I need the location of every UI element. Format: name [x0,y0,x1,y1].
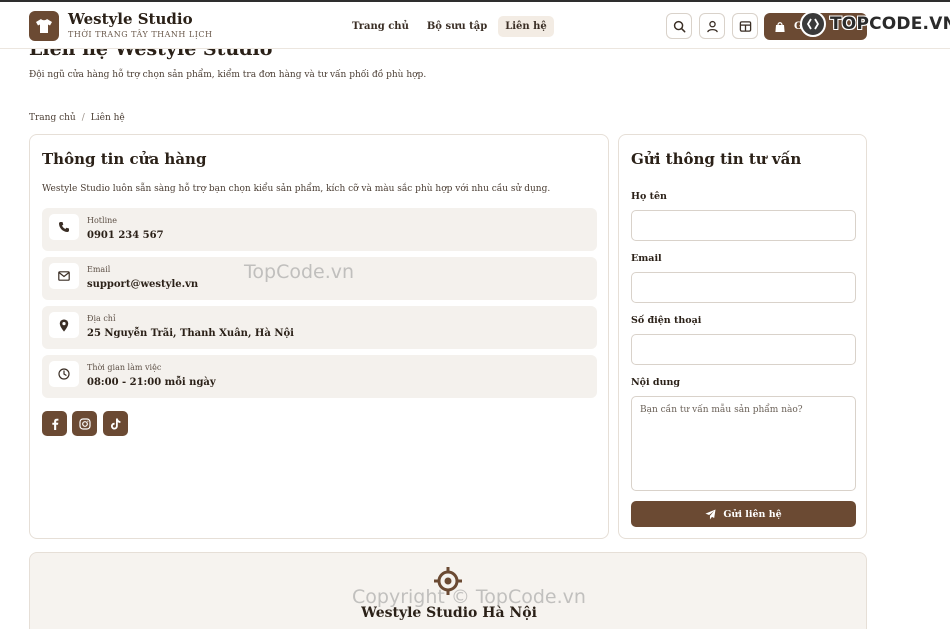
instagram-icon [78,417,91,430]
main-nav: Trang chủ Bộ sưu tập Liên hệ [345,14,554,38]
contact-item-email: Email support@westyle.vn [42,257,597,300]
clock-icon [49,361,79,387]
phone-field[interactable] [631,334,856,365]
contact-item-address: Địa chỉ 25 Nguyễn Trãi, Thanh Xuân, Hà N… [42,306,597,349]
store-info-description: Westyle Studio luôn sẵn sàng hỗ trợ bạn … [42,184,551,194]
contact-value[interactable]: 0901 234 567 [87,230,164,241]
tiktok-icon [111,418,121,429]
send-contact-button[interactable]: Gửi liên hệ [631,501,856,527]
send-button-label: Gửi liên hệ [723,508,782,520]
contact-value: 25 Nguyễn Trãi, Thanh Xuân, Hà Nội [87,328,294,339]
message-field[interactable] [631,396,856,491]
contact-item-hotline: Hotline 0901 234 567 [42,208,597,251]
topcode-badge-icon [800,11,826,37]
form-title: Gửi thông tin tư vấn [631,150,802,168]
paper-plane-icon [705,508,716,520]
nav-item-contact[interactable]: Liên hệ [498,15,554,37]
map-title: Westyle Studio Hà Nội [361,605,537,621]
nav-item-home[interactable]: Trang chủ [345,16,416,37]
contact-label: Email [87,265,111,274]
account-button[interactable] [699,13,725,39]
breadcrumb: Trang chủ / Liên hệ [29,113,125,123]
envelope-icon [49,263,79,289]
user-icon [706,20,718,32]
facebook-icon [51,418,58,430]
store-info-card: Thông tin cửa hàng Westyle Studio luôn s… [29,134,609,539]
store-info-title: Thông tin cửa hàng [42,150,207,168]
email-field[interactable] [631,272,856,303]
contact-value[interactable]: support@westyle.vn [87,279,198,290]
brand-logo[interactable] [29,11,59,41]
breadcrumb-current: Liên hệ [90,113,125,123]
name-field[interactable] [631,210,856,241]
layout-button[interactable] [732,13,758,39]
search-icon [673,20,685,32]
instagram-link[interactable] [72,411,97,436]
watermark-logo: TOPCODE.VN [800,8,950,40]
brand-name[interactable]: Westyle Studio [68,10,193,28]
contact-label: Địa chỉ [87,314,116,323]
contact-value: 08:00 - 21:00 mỗi ngày [87,377,216,388]
breadcrumb-separator: / [81,113,85,123]
consultation-form-card: Gửi thông tin tư vấn Họ tên Email Số điệ… [618,134,867,539]
layout-icon [739,20,751,32]
breadcrumb-home[interactable]: Trang chủ [29,113,76,123]
page-subtitle: Đội ngũ cửa hàng hỗ trợ chọn sản phẩm, k… [29,70,427,80]
facebook-link[interactable] [42,411,67,436]
contact-item-hours: Thời gian làm việc 08:00 - 21:00 mỗi ngà… [42,355,597,398]
nav-item-collection[interactable]: Bộ sưu tập [420,16,494,37]
map-card: Westyle Studio Hà Nội [29,552,867,629]
bag-icon [775,21,785,32]
location-pin-icon [49,312,79,338]
message-label: Nội dung [631,377,681,388]
contact-label: Thời gian làm việc [87,363,162,372]
name-label: Họ tên [631,191,667,202]
tiktok-link[interactable] [103,411,128,436]
phone-label: Số điện thoại [631,315,702,326]
watermark-logo-text: TOPCODE.VN [830,14,950,34]
contact-label: Hotline [87,216,118,225]
tshirt-icon [36,19,52,33]
brand-tagline: THỜI TRANG TÂY THANH LỊCH [68,30,213,39]
location-target-icon [434,567,462,595]
phone-icon [49,214,79,240]
email-label: Email [631,253,662,264]
search-button[interactable] [666,13,692,39]
